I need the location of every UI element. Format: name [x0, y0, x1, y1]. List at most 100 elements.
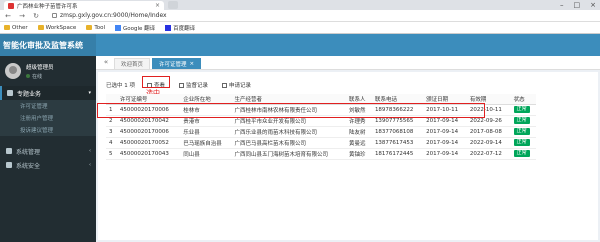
bookmark-baidu-translate[interactable]: 百度翻译 [165, 24, 195, 32]
chevron-left-icon: ‹ [89, 162, 91, 168]
location: 乐业县 [180, 126, 232, 138]
contact: 黄曼远 [346, 137, 372, 149]
issue-date: 2017-09-14 [423, 126, 467, 138]
valid-until: 2022-07-12 [466, 148, 511, 160]
apply-label: 申请记录 [229, 83, 252, 89]
status-badge: 正常 [513, 117, 530, 124]
forward-icon[interactable]: → [18, 12, 26, 20]
url-field[interactable]: zmsp.gxly.gov.cn:9000/Home/Index [52, 12, 167, 19]
bookmark-google-translate[interactable]: Google 翻译 [115, 24, 155, 32]
bookmark-tool[interactable]: Tool [86, 25, 105, 31]
browser-tab-title: 广西林业种子苗管许可系 [17, 3, 78, 10]
collapse-icon[interactable]: « [100, 55, 112, 69]
license-number: 45000020170052 [116, 137, 181, 149]
bookmark-label: WorkSpace [45, 24, 77, 31]
bookmarks-bar: Other WorkSpace Tool Google 翻译 百度翻译 [0, 22, 600, 34]
window-controls: – □ × [560, 0, 596, 10]
column-header[interactable]: 状态 [510, 94, 536, 105]
bookmark-workspace[interactable]: WorkSpace [37, 24, 77, 31]
menu-group-system[interactable]: 系统管理 ‹ [0, 144, 96, 158]
shield-icon [6, 162, 12, 168]
folder-icon [4, 25, 10, 30]
status-badge: 正常 [513, 139, 530, 146]
table-row[interactable]: 5 45000020170043 同山县 广西同山县五门海树苗木培育有限公司 黄… [106, 148, 536, 160]
toolbar: 已选中 1 项 查看 监督记录 申请记录 [106, 80, 253, 90]
location: 巴马瑶族自治县 [180, 137, 232, 149]
reload-icon[interactable]: ↻ [32, 12, 40, 20]
selection-count: 已选中 1 项 [106, 83, 135, 89]
issue-date: 2017-09-14 [423, 137, 467, 149]
maximize-icon[interactable]: □ [574, 1, 581, 9]
table-row[interactable]: 3 45000020170006 乐业县 广西乐业县的雨苗木科技有限公司 陆友树… [106, 126, 536, 138]
valid-until: 2017-08-08 [466, 126, 511, 138]
content-tabs: « 欢迎首页 许可证管理 × [96, 56, 600, 70]
google-icon [115, 24, 122, 31]
back-icon[interactable]: ← [4, 12, 12, 20]
status-cell: 正常 [510, 137, 536, 149]
folder-icon [86, 25, 93, 30]
license-number: 45000020170043 [116, 148, 181, 160]
menu-item-users[interactable]: 注册用户管理 [0, 112, 96, 124]
table-row[interactable]: 4 45000020170052 巴马瑶族自治县 广西巴马县高栏苗木有限公司 黄… [106, 137, 536, 149]
status-cell: 正常 [510, 148, 536, 160]
supervise-label: 监督记录 [186, 83, 209, 89]
menu-group-label: 专题业务 [17, 90, 42, 98]
menu-item-license[interactable]: 许可证管理 [0, 100, 96, 112]
minimize-icon[interactable]: – [560, 1, 564, 9]
browser-tab[interactable]: 广西林业种子苗管许可系 × [4, 1, 164, 10]
favicon-icon [8, 2, 14, 9]
avatar [5, 63, 21, 79]
phone: 18377068108 [371, 126, 424, 138]
new-tab-button[interactable] [168, 1, 178, 9]
issue-date: 2017-09-14 [423, 148, 467, 160]
contact: 黄铀珍 [346, 148, 372, 160]
location: 同山县 [180, 148, 232, 160]
close-icon[interactable]: × [190, 61, 195, 67]
operator: 广西同山县五门海树苗木培育有限公司 [231, 148, 347, 160]
address-bar: ← → ↻ zmsp.gxly.gov.cn:9000/Home/Index [0, 10, 600, 22]
user-name: 超级管理员 [26, 64, 54, 71]
app: 智能化审批及监管系统 超级管理员 在线 专题业务 ▾ 许可证管理 注册用户管理 投… [0, 34, 600, 242]
chevron-down-icon: ▾ [88, 90, 91, 96]
app-header: 智能化审批及监管系统 [0, 34, 600, 56]
operator: 广西乐业县的雨苗木科技有限公司 [231, 126, 347, 138]
supervise-button[interactable]: 监督记录 [177, 80, 210, 90]
phone: 13877617453 [371, 137, 424, 149]
main-content: « 欢迎首页 许可证管理 × 已选中 1 项 查看 监督记录 申请记录 选中 许可… [96, 56, 600, 242]
row-index: 5 [106, 148, 117, 160]
bookmark-other[interactable]: Other [4, 25, 28, 31]
tab-label: 许可证管理 [159, 62, 187, 68]
sidebar: 超级管理员 在线 专题业务 ▾ 许可证管理 注册用户管理 投诉建议管理 系统管理 ‹… [0, 56, 96, 242]
gear-icon [6, 148, 12, 154]
menu-group-topic[interactable]: 专题业务 ▾ [0, 86, 96, 100]
menu-group-security[interactable]: 系统安全 ‹ [0, 158, 96, 172]
status-cell: 正常 [510, 115, 536, 127]
bookmark-label: Google 翻译 [123, 25, 156, 32]
valid-until: 2022-09-14 [466, 137, 511, 149]
close-tab-icon[interactable]: × [155, 2, 160, 9]
status-cell: 正常 [510, 126, 536, 138]
bookmark-label: Tool [94, 24, 106, 31]
status-badge: 正常 [513, 106, 530, 113]
browser-tabbar: 广西林业种子苗管许可系 × – □ × [0, 0, 600, 10]
list-icon [179, 82, 185, 88]
briefcase-icon [7, 90, 13, 96]
status-badge: 正常 [513, 150, 530, 157]
user-status-label: 在线 [32, 73, 43, 80]
user-status: 在线 [26, 73, 54, 80]
bookmark-label: 百度翻译 [173, 25, 196, 32]
menu-group-label: 系统管理 [16, 148, 41, 156]
folder-icon [37, 25, 44, 30]
app-title: 智能化审批及监管系统 [0, 34, 96, 56]
baidu-icon [165, 24, 172, 31]
selected-row-highlight-box [97, 103, 485, 118]
view-highlight-box [142, 76, 170, 88]
close-window-icon[interactable]: × [590, 1, 596, 9]
online-dot-icon [26, 74, 30, 78]
site-info-icon[interactable] [52, 13, 57, 18]
status-cell: 正常 [510, 104, 536, 116]
menu-item-complaints[interactable]: 投诉建议管理 [0, 124, 96, 136]
tab-welcome[interactable]: 欢迎首页 [114, 58, 151, 69]
apply-button[interactable]: 申请记录 [220, 80, 253, 90]
tab-license[interactable]: 许可证管理 × [152, 58, 202, 69]
